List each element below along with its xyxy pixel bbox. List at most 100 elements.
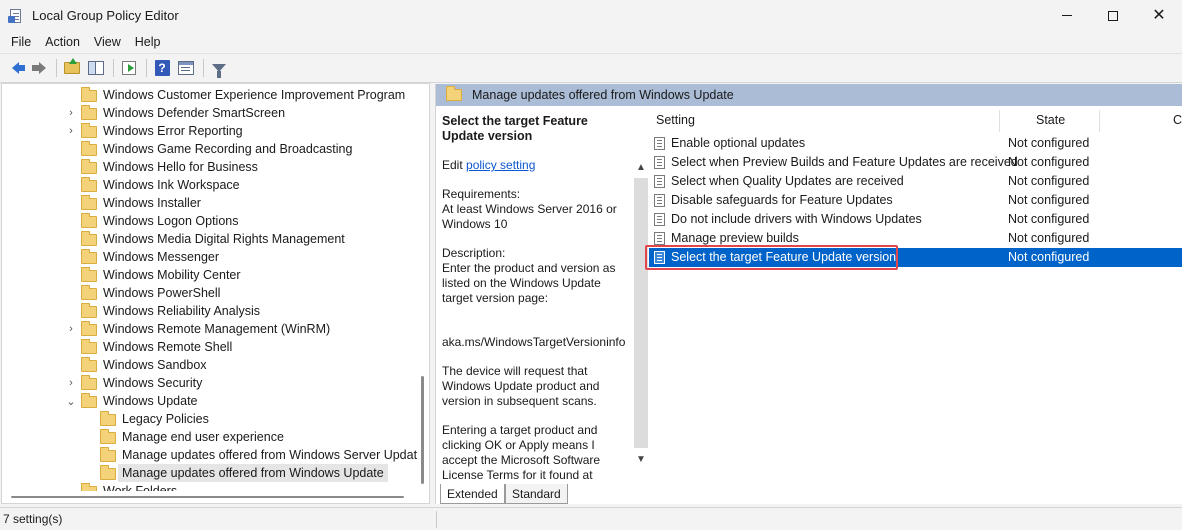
tree-item[interactable]: Windows PowerShell [2, 284, 417, 302]
tab-extended[interactable]: Extended [440, 484, 505, 504]
minimize-button[interactable] [1044, 0, 1090, 31]
tree-item[interactable]: Manage updates offered from Windows Upda… [2, 464, 417, 482]
description-text: Description: Enter the product and versi… [442, 246, 616, 305]
tab-standard[interactable]: Standard [505, 484, 568, 504]
tree-item-label: Windows Update [103, 394, 198, 408]
window-title: Local Group Policy Editor [32, 8, 179, 23]
folder-icon [81, 105, 97, 120]
policy-setting-icon [654, 137, 665, 150]
folder-icon [81, 123, 97, 138]
description-scroll-thumb[interactable] [634, 178, 648, 448]
description-paragraph-3: Entering a target product and clicking O… [442, 423, 601, 482]
scroll-up-icon[interactable]: ▲ [636, 162, 646, 173]
folder-icon [81, 339, 97, 354]
menu-file[interactable]: File [4, 31, 38, 53]
setting-row[interactable]: Select when Preview Builds and Feature U… [649, 153, 1182, 172]
requirements-text: Requirements: At least Windows Server 20… [442, 187, 617, 231]
chevron-down-icon[interactable]: ⌄ [66, 396, 76, 408]
view-tabs: Extended Standard [436, 484, 649, 504]
forward-button[interactable] [28, 57, 50, 79]
chevron-right-icon[interactable]: › [66, 377, 76, 389]
scroll-down-icon[interactable]: ▼ [636, 454, 646, 465]
back-button[interactable] [4, 57, 26, 79]
export-list-button[interactable] [118, 57, 140, 79]
tree-item[interactable]: Windows Ink Workspace [2, 176, 417, 194]
tree-item-label: Windows Remote Shell [103, 340, 233, 354]
help-button[interactable]: ? [151, 57, 173, 79]
description-scrollbar[interactable]: ▲ ▼ [633, 106, 649, 482]
toolbar-separator [113, 58, 114, 77]
export-list-icon [122, 60, 136, 75]
group-policy-app-icon [8, 8, 24, 24]
properties-button[interactable] [175, 57, 197, 79]
folder-icon [81, 267, 97, 282]
menu-bar: File Action View Help [0, 31, 1182, 53]
description-title: Select the target Feature Update version [442, 114, 588, 143]
column-state[interactable]: State [1036, 106, 1065, 134]
tree-item[interactable]: Windows Mobility Center [2, 266, 417, 284]
column-setting[interactable]: Setting [656, 106, 695, 134]
filter-button[interactable] [208, 57, 230, 79]
tree-item[interactable]: Legacy Policies [2, 410, 417, 428]
show-hide-tree-button[interactable] [85, 57, 107, 79]
tree-item-label: Manage updates offered from Windows Upda… [118, 464, 388, 482]
tree-item-label: Windows PowerShell [103, 286, 221, 300]
tree-item[interactable]: ⌄ Windows Update [2, 392, 417, 410]
tree-item[interactable]: Windows Media Digital Rights Management [2, 230, 417, 248]
chevron-right-icon[interactable]: › [66, 323, 76, 335]
chevron-right-icon[interactable]: › [66, 125, 76, 137]
tree-horizontal-scroll-thumb[interactable] [11, 496, 404, 498]
properties-icon [178, 60, 194, 75]
menu-view[interactable]: View [87, 31, 128, 53]
tree-item-label: Manage end user experience [122, 430, 284, 444]
folder-icon [81, 159, 97, 174]
tree-item-label: Windows Installer [103, 196, 201, 210]
details-header-title: Manage updates offered from Windows Upda… [472, 88, 734, 102]
tree-item[interactable]: › Windows Security [2, 374, 417, 392]
menu-action[interactable]: Action [38, 31, 87, 53]
tree-item-label: Windows Ink Workspace [103, 178, 240, 192]
tree-item[interactable]: Windows Reliability Analysis [2, 302, 417, 320]
tree-item-label: Windows Mobility Center [103, 268, 241, 282]
tree-item[interactable]: › Windows Error Reporting [2, 122, 417, 140]
up-one-level-button[interactable] [61, 57, 83, 79]
close-button[interactable]: ✕ [1136, 0, 1182, 31]
setting-state: Not configured [1008, 212, 1090, 226]
setting-row[interactable]: Disable safeguards for Feature Updates No… [649, 191, 1182, 210]
tree-item-label: Windows Reliability Analysis [103, 304, 261, 318]
tree-item[interactable]: Windows Logon Options [2, 212, 417, 230]
tree-pane[interactable]: Windows Customer Experience Improvement … [1, 83, 430, 504]
setting-row[interactable]: Do not include drivers with Windows Upda… [649, 210, 1182, 229]
tree-item[interactable]: Manage updates offered from Windows Serv… [2, 446, 429, 464]
tree-item[interactable]: Windows Hello for Business [2, 158, 417, 176]
maximize-button[interactable] [1090, 0, 1136, 31]
column-divider[interactable] [999, 110, 1000, 132]
tree-item[interactable]: Windows Remote Shell [2, 338, 417, 356]
folder-icon [100, 411, 116, 426]
tree-item[interactable]: Windows Messenger [2, 248, 417, 266]
setting-row[interactable]: Enable optional updates Not configured [649, 134, 1182, 153]
tree-item-label: Windows Logon Options [103, 214, 239, 228]
menu-help[interactable]: Help [128, 31, 168, 53]
column-divider[interactable] [1099, 110, 1100, 132]
tree-horizontal-scrollbar[interactable] [2, 491, 417, 503]
tree-item-label: Windows Game Recording and Broadcasting [103, 142, 353, 156]
tree-item-label: Windows Hello for Business [103, 160, 258, 174]
tree-item[interactable]: › Windows Remote Management (WinRM) [2, 320, 417, 338]
setting-row[interactable]: Select when Quality Updates are received… [649, 172, 1182, 191]
tree-vertical-scrollbar[interactable] [417, 84, 429, 503]
tree-item[interactable]: Windows Game Recording and Broadcasting [2, 140, 417, 158]
chevron-right-icon[interactable]: › [66, 107, 76, 119]
minimize-icon [1062, 15, 1072, 16]
setting-state: Not configured [1008, 136, 1090, 150]
tree-item[interactable]: Windows Customer Experience Improvement … [2, 86, 417, 104]
tree-item[interactable]: Manage end user experience [2, 428, 417, 446]
policy-setting-link[interactable]: policy setting [466, 158, 535, 172]
column-comment[interactable]: C [1173, 106, 1182, 134]
policy-setting-icon [654, 213, 665, 226]
tree-item[interactable]: Windows Installer [2, 194, 417, 212]
tree-item[interactable]: Windows Sandbox [2, 356, 417, 374]
tree-item[interactable]: › Windows Defender SmartScreen [2, 104, 417, 122]
policy-setting-icon [654, 156, 665, 169]
tree-vertical-scroll-thumb[interactable] [421, 376, 424, 484]
